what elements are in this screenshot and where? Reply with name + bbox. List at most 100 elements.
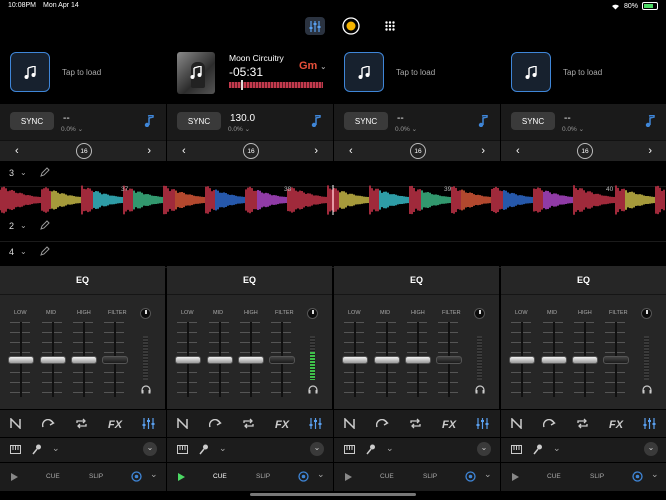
music-note-icon[interactable]: [311, 115, 321, 127]
chevron-down-icon[interactable]: ⌄: [317, 469, 325, 480]
eq-fader-knob[interactable]: [8, 356, 34, 364]
cue-button[interactable]: CUE: [213, 473, 227, 480]
fx-icon[interactable]: FX: [609, 416, 625, 434]
deck-row-3[interactable]: 3 ⌄: [0, 162, 666, 187]
gain-knob[interactable]: [140, 308, 151, 319]
track-overview-waveform[interactable]: [229, 80, 323, 90]
redo-icon[interactable]: [208, 416, 222, 434]
chevron-down-icon[interactable]: ⌄: [386, 443, 394, 454]
record-icon[interactable]: [341, 17, 361, 35]
eq-fader-knob[interactable]: [238, 356, 264, 364]
eq-fader-knob[interactable]: [175, 356, 201, 364]
deck-2-header[interactable]: Moon Circuitry -05:31 Gm ⌄: [167, 44, 333, 104]
eq-fader-knob[interactable]: [40, 356, 66, 364]
chevron-down-icon[interactable]: ⌄: [20, 247, 27, 256]
eq-sliders-icon[interactable]: [142, 416, 155, 434]
chevron-right-icon[interactable]: ›: [481, 145, 485, 157]
gain-knob[interactable]: [474, 308, 485, 319]
loop-size-button[interactable]: 16: [577, 143, 593, 159]
mixer-sliders-icon[interactable]: [305, 17, 325, 35]
fx-icon[interactable]: FX: [442, 416, 458, 434]
eq-fader-knob[interactable]: [572, 356, 598, 364]
redo-icon[interactable]: [41, 416, 55, 434]
eq-title[interactable]: EQ: [0, 266, 165, 295]
music-note-icon[interactable]: [478, 115, 488, 127]
keyboard-icon[interactable]: [344, 445, 355, 454]
chevron-left-icon[interactable]: ‹: [182, 145, 186, 157]
deck-3-header[interactable]: Tap to load: [334, 44, 500, 104]
chevron-left-icon[interactable]: ‹: [15, 145, 19, 157]
n-icon[interactable]: [10, 416, 21, 434]
eq-sliders-icon[interactable]: [643, 416, 656, 434]
pitch-value[interactable]: 0.0% ⌄: [228, 125, 250, 133]
chevron-right-icon[interactable]: ›: [147, 145, 151, 157]
pitch-value[interactable]: 0.0% ⌄: [562, 125, 584, 133]
keyboard-icon[interactable]: [177, 445, 188, 454]
microphone-icon[interactable]: [32, 444, 42, 455]
loop-size-button[interactable]: 16: [76, 143, 92, 159]
eq-fader-knob[interactable]: [603, 356, 629, 364]
eq-title[interactable]: EQ: [501, 266, 666, 295]
n-icon[interactable]: [344, 416, 355, 434]
microphone-icon[interactable]: [366, 444, 376, 455]
redo-icon[interactable]: [542, 416, 556, 434]
headphones-icon[interactable]: [141, 385, 151, 394]
eq-sliders-icon[interactable]: [476, 416, 489, 434]
track-key[interactable]: Gm ⌄: [299, 60, 326, 72]
play-icon[interactable]: [178, 473, 185, 481]
chevron-down-icon[interactable]: ⌄: [52, 443, 60, 454]
expand-button[interactable]: ⌄: [143, 442, 157, 456]
eq-fader-knob[interactable]: [541, 356, 567, 364]
eq-fader-knob[interactable]: [405, 356, 431, 364]
eq-fader-knob[interactable]: [207, 356, 233, 364]
slip-button[interactable]: SLIP: [256, 473, 270, 480]
eq-fader-knob[interactable]: [342, 356, 368, 364]
deck-3-load-button[interactable]: [344, 52, 384, 92]
deck-4-header[interactable]: Tap to load: [501, 44, 666, 104]
fx-icon[interactable]: FX: [275, 416, 291, 434]
home-indicator[interactable]: [250, 493, 416, 496]
cue-button[interactable]: CUE: [46, 473, 60, 480]
eq-sliders-icon[interactable]: [309, 416, 322, 434]
chevron-left-icon[interactable]: ‹: [516, 145, 520, 157]
play-icon[interactable]: [345, 473, 352, 481]
chevron-down-icon[interactable]: ⌄: [20, 221, 27, 230]
chevron-right-icon[interactable]: ›: [648, 145, 652, 157]
slip-button[interactable]: SLIP: [423, 473, 437, 480]
loop-size-button[interactable]: 16: [243, 143, 259, 159]
sync-lock-icon[interactable]: [465, 471, 476, 482]
chevron-down-icon[interactable]: ⌄: [150, 469, 158, 480]
loop-icon[interactable]: [576, 416, 589, 434]
gain-knob[interactable]: [307, 308, 318, 319]
music-note-icon[interactable]: [144, 115, 154, 127]
eq-fader-knob[interactable]: [509, 356, 535, 364]
pencil-icon[interactable]: [40, 220, 50, 230]
chevron-down-icon[interactable]: ⌄: [484, 469, 492, 480]
expand-button[interactable]: ⌄: [644, 442, 658, 456]
expand-button[interactable]: ⌄: [310, 442, 324, 456]
slip-button[interactable]: SLIP: [89, 473, 103, 480]
sync-button[interactable]: SYNC: [177, 112, 221, 130]
keyboard-icon[interactable]: [10, 445, 21, 454]
microphone-icon[interactable]: [199, 444, 209, 455]
microphone-icon[interactable]: [533, 444, 543, 455]
loop-icon[interactable]: [75, 416, 88, 434]
cue-button[interactable]: CUE: [380, 473, 394, 480]
n-icon[interactable]: [177, 416, 188, 434]
chevron-down-icon[interactable]: ⌄: [20, 168, 27, 177]
chevron-right-icon[interactable]: ›: [314, 145, 318, 157]
deck-1-load-button[interactable]: [10, 52, 50, 92]
deck-row-2[interactable]: 2 ⌄: [0, 215, 666, 242]
chevron-left-icon[interactable]: ‹: [349, 145, 353, 157]
chevron-down-icon[interactable]: ⌄: [553, 443, 561, 454]
pencil-icon[interactable]: [40, 246, 50, 256]
headphones-icon[interactable]: [308, 385, 318, 394]
sync-lock-icon[interactable]: [298, 471, 309, 482]
sync-lock-icon[interactable]: [131, 471, 142, 482]
deck-4-load-button[interactable]: [511, 52, 551, 92]
slip-button[interactable]: SLIP: [590, 473, 604, 480]
headphones-icon[interactable]: [642, 385, 652, 394]
deck-row-4[interactable]: 4 ⌄: [0, 241, 666, 268]
sync-button[interactable]: SYNC: [511, 112, 555, 130]
headphones-icon[interactable]: [475, 385, 485, 394]
